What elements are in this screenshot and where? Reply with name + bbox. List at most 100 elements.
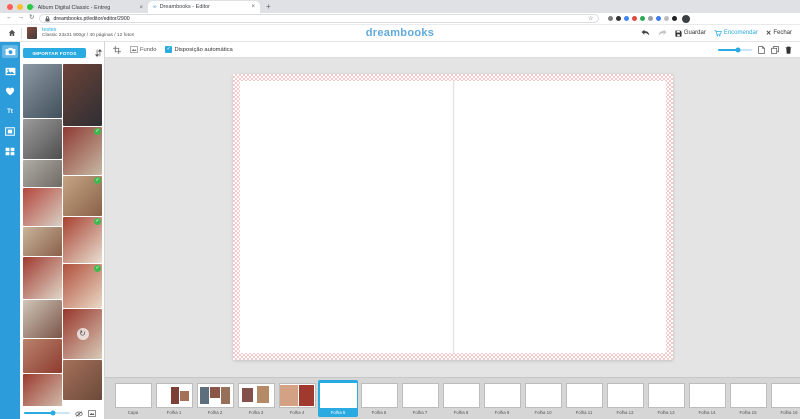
filmstrip-page-folha-5[interactable]: Folha 5 xyxy=(318,380,358,417)
sidebar-item-frames[interactable] xyxy=(2,125,18,138)
browser-tab-active[interactable]: ∞ Dreambooks - Editor × xyxy=(148,1,260,13)
extension-icon[interactable] xyxy=(656,16,661,21)
browser-tab-inactive[interactable]: ∞ Album Digital Classic - Entreg × xyxy=(26,2,148,13)
extension-icon[interactable] xyxy=(632,16,637,21)
page-thumbnail[interactable] xyxy=(361,383,398,408)
url-field[interactable]: dreambooks.pt/editor/editor/2900 ☆ xyxy=(39,14,599,23)
filmstrip-page-folha-12[interactable]: Folha 12 xyxy=(605,382,645,416)
filmstrip-page-folha-2[interactable]: Folha 2 xyxy=(195,382,235,416)
photo-thumbnail[interactable] xyxy=(23,300,62,338)
thumbnail-size-slider[interactable] xyxy=(24,412,70,414)
page-thumbnail[interactable] xyxy=(607,383,644,408)
page-thumbnail[interactable] xyxy=(197,383,234,408)
filmstrip-page-folha-1[interactable]: Folha 1 xyxy=(154,382,194,416)
sidebar-item-photos[interactable] xyxy=(2,45,18,58)
forward-icon[interactable]: → xyxy=(18,15,25,22)
delete-page-button[interactable] xyxy=(785,41,792,59)
extension-icon[interactable] xyxy=(672,16,677,21)
extension-icon[interactable] xyxy=(664,16,669,21)
page-thumbnail[interactable] xyxy=(115,383,152,408)
filmstrip-page-folha-11[interactable]: Folha 11 xyxy=(564,382,604,416)
minimize-window-button[interactable] xyxy=(17,4,23,10)
filmstrip-page-folha-7[interactable]: Folha 7 xyxy=(400,382,440,416)
hide-used-photos-button[interactable] xyxy=(75,404,83,419)
extension-icon[interactable] xyxy=(640,16,645,21)
photo-thumbnail[interactable] xyxy=(23,257,62,299)
tab-close-icon[interactable]: × xyxy=(139,5,143,11)
page-thumbnail[interactable] xyxy=(279,383,316,408)
undo-button[interactable] xyxy=(641,24,650,42)
redo-button[interactable] xyxy=(658,24,667,42)
extension-icon[interactable] xyxy=(616,16,621,21)
sidebar-item-backgrounds[interactable] xyxy=(2,65,18,78)
sidebar-item-text[interactable]: Tt xyxy=(2,105,18,118)
photo-thumbnail[interactable] xyxy=(23,119,62,159)
photo-thumbnail[interactable]: ✓ xyxy=(63,264,102,308)
background-button[interactable]: Fundo xyxy=(130,46,156,53)
photo-view-mode-button[interactable] xyxy=(88,404,96,419)
page-thumbnail[interactable] xyxy=(443,383,480,408)
tab-close-icon[interactable]: × xyxy=(251,4,255,10)
filmstrip-page-folha-13[interactable]: Folha 13 xyxy=(646,382,686,416)
order-button[interactable]: Encomendar xyxy=(714,30,758,37)
photo-thumbnail[interactable]: ✓ xyxy=(63,217,102,263)
back-icon[interactable]: ← xyxy=(6,15,13,22)
page-thumbnail[interactable] xyxy=(730,383,767,408)
photo-thumbnail[interactable] xyxy=(63,64,102,126)
extension-icon[interactable] xyxy=(648,16,653,21)
filmstrip-page-folha-10[interactable]: Folha 10 xyxy=(523,382,563,416)
page-thumbnail[interactable] xyxy=(689,383,726,408)
photo-thumbnail[interactable] xyxy=(23,188,62,226)
crop-button[interactable] xyxy=(113,41,121,59)
slider-knob[interactable] xyxy=(736,47,741,52)
close-window-button[interactable] xyxy=(7,4,13,10)
page-thumbnail[interactable] xyxy=(238,383,275,408)
filmstrip-page-folha-6[interactable]: Folha 6 xyxy=(359,382,399,416)
filmstrip-page-folha-8[interactable]: Folha 8 xyxy=(441,382,481,416)
sort-photos-button[interactable] xyxy=(95,44,102,62)
browser-profile-avatar[interactable] xyxy=(682,15,690,23)
photo-thumbnail[interactable] xyxy=(23,64,62,118)
page-thumbnail[interactable] xyxy=(566,383,603,408)
page-thumbnail[interactable] xyxy=(156,383,193,408)
photo-thumbnail[interactable]: ✓ xyxy=(63,176,102,216)
page-thumbnail[interactable] xyxy=(402,383,439,408)
book-spread[interactable] xyxy=(233,74,673,360)
reload-icon[interactable]: ↻ xyxy=(29,15,34,22)
photo-thumbnail[interactable]: ✓ xyxy=(63,127,102,175)
sidebar-item-layouts[interactable] xyxy=(2,145,18,158)
photo-thumbnail[interactable] xyxy=(23,339,62,373)
photo-thumbnail[interactable] xyxy=(63,360,102,400)
extension-icon[interactable] xyxy=(608,16,613,21)
import-photos-button[interactable]: IMPORTAR FOTOS xyxy=(23,48,86,58)
page-thumbnail[interactable] xyxy=(525,383,562,408)
close-editor-button[interactable]: ✕ Fechar xyxy=(766,29,792,37)
duplicate-page-button[interactable] xyxy=(771,41,779,59)
page-thumbnail[interactable] xyxy=(771,383,800,408)
bookmark-star-icon[interactable]: ☆ xyxy=(588,15,593,22)
export-page-button[interactable] xyxy=(758,41,765,59)
page-thumbnail[interactable] xyxy=(484,383,521,408)
home-button[interactable] xyxy=(8,24,16,42)
slider-knob[interactable] xyxy=(50,410,55,415)
maximize-window-button[interactable] xyxy=(27,4,33,10)
photo-thumbnail[interactable] xyxy=(23,160,62,187)
filmstrip-page-folha-16[interactable]: Folha 16 xyxy=(769,382,800,416)
filmstrip-page-folha-4[interactable]: Folha 4 xyxy=(277,382,317,416)
zoom-slider[interactable] xyxy=(718,49,752,51)
save-button[interactable]: Guardar xyxy=(675,30,706,37)
checkbox-checked-icon[interactable]: ✓ xyxy=(165,46,172,53)
photo-thumbnail[interactable] xyxy=(23,227,62,257)
filmstrip-page-folha-9[interactable]: Folha 9 xyxy=(482,382,522,416)
photo-thumbnail[interactable]: ↻ xyxy=(63,309,102,359)
page-thumbnail[interactable] xyxy=(320,383,357,408)
extension-icon[interactable] xyxy=(624,16,629,21)
sidebar-item-favorites[interactable] xyxy=(2,85,18,98)
new-tab-button[interactable]: + xyxy=(266,2,271,11)
filmstrip-page-folha-14[interactable]: Folha 14 xyxy=(687,382,727,416)
page-thumbnail[interactable] xyxy=(648,383,685,408)
spread-pages[interactable] xyxy=(240,81,666,353)
filmstrip-page-capa[interactable]: Capa xyxy=(113,382,153,416)
filmstrip-page-folha-3[interactable]: Folha 3 xyxy=(236,382,276,416)
filmstrip-page-folha-15[interactable]: Folha 15 xyxy=(728,382,768,416)
